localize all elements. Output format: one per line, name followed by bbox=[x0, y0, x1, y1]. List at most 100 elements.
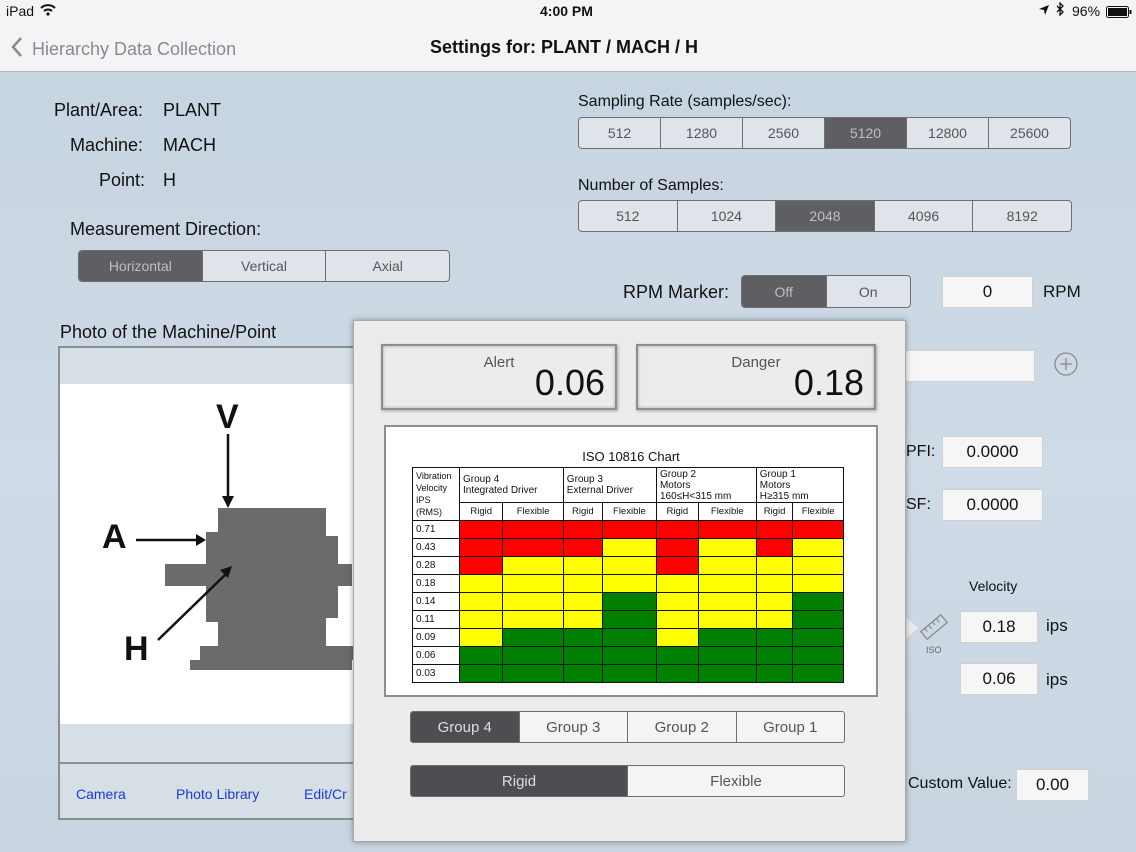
direction-vertical[interactable]: Vertical bbox=[201, 251, 326, 281]
sampling-option[interactable]: 25600 bbox=[988, 118, 1070, 148]
custom-value-input[interactable]: 0.00 bbox=[1016, 769, 1089, 801]
velocity-alert-input[interactable]: 0.18 bbox=[960, 611, 1038, 643]
sampling-option[interactable]: 2560 bbox=[742, 118, 824, 148]
measurement-direction-label: Measurement Direction: bbox=[70, 219, 262, 239]
chevron-left-icon bbox=[10, 36, 24, 63]
edit-crop-button[interactable]: Edit/Cr bbox=[304, 786, 347, 802]
device-name: iPad bbox=[6, 3, 35, 19]
severity-cell bbox=[458, 574, 504, 593]
severity-cell bbox=[792, 520, 844, 539]
group-header-line: Group 2 bbox=[659, 468, 697, 480]
severity-cell bbox=[655, 520, 699, 539]
sampling-option[interactable]: 5120 bbox=[824, 118, 906, 148]
rpm-marker-on[interactable]: On bbox=[825, 276, 911, 307]
location-icon bbox=[1038, 3, 1050, 19]
pfi-input[interactable]: 0.0000 bbox=[942, 436, 1043, 468]
add-icon[interactable] bbox=[1054, 352, 1078, 381]
severity-cell bbox=[655, 592, 699, 611]
photo-frame: V A H Camera Photo Library Edit/Cr bbox=[58, 346, 362, 820]
velocity-cell: 0.14 bbox=[412, 592, 460, 611]
mount-rigid[interactable]: Rigid bbox=[411, 766, 627, 796]
severity-cell bbox=[755, 538, 794, 557]
sampling-option[interactable]: 12800 bbox=[906, 118, 988, 148]
group-header-cell: Group 4 Integrated Driver bbox=[459, 467, 564, 503]
severity-cell bbox=[502, 574, 564, 593]
mount-flexible[interactable]: Flexible bbox=[627, 766, 844, 796]
sf-input[interactable]: 0.0000 bbox=[942, 489, 1043, 521]
severity-cell bbox=[458, 538, 504, 557]
page-title: Settings for: PLANT / MACH / H bbox=[430, 37, 698, 57]
group-header-cell: Group 1 Motors H≥315 mm bbox=[755, 467, 845, 503]
label-a: A bbox=[102, 518, 127, 556]
alert-box: Alert 0.06 bbox=[381, 344, 617, 410]
rpm-marker-off[interactable]: Off bbox=[742, 276, 826, 307]
rpm-input[interactable]: 0 bbox=[942, 276, 1033, 308]
camera-button[interactable]: Camera bbox=[76, 786, 126, 802]
group-header-line: Motors bbox=[759, 479, 791, 491]
velocity-cell: 0.09 bbox=[412, 628, 460, 647]
direction-horizontal[interactable]: Horizontal bbox=[79, 251, 202, 281]
severity-cell bbox=[655, 664, 699, 683]
severity-cell bbox=[655, 610, 699, 629]
text-field[interactable] bbox=[900, 350, 1035, 382]
severity-cell bbox=[502, 538, 564, 557]
severity-cell bbox=[697, 520, 757, 539]
velocity-danger-input[interactable]: 0.06 bbox=[960, 663, 1038, 695]
rpm-marker-label: RPM Marker: bbox=[623, 282, 730, 302]
group-option[interactable]: Group 1 bbox=[735, 712, 845, 742]
direction-axial[interactable]: Axial bbox=[325, 251, 449, 281]
severity-cell bbox=[792, 574, 844, 593]
severity-cell bbox=[792, 592, 844, 611]
severity-cell bbox=[458, 610, 504, 629]
iso-chart-popover: Alert 0.06 Danger 0.18 ISO 10816 Chart V… bbox=[353, 320, 906, 842]
mount-header-cell: Flexible bbox=[502, 502, 564, 521]
severity-cell bbox=[502, 628, 564, 647]
samples-option[interactable]: 4096 bbox=[873, 201, 973, 231]
mount-header-cell: Flexible bbox=[601, 502, 657, 521]
table-row: 0.71 bbox=[412, 520, 844, 539]
mount-segmented-control: Rigid Flexible bbox=[410, 765, 845, 797]
severity-cell bbox=[562, 592, 603, 611]
mount-header-cell: Flexible bbox=[697, 502, 757, 521]
velocity-cell: 0.28 bbox=[412, 556, 460, 575]
severity-cell bbox=[562, 556, 603, 575]
severity-cell bbox=[697, 610, 757, 629]
severity-cell bbox=[502, 592, 564, 611]
label-v: V bbox=[216, 398, 239, 436]
point-value: H bbox=[163, 170, 176, 190]
photo-library-button[interactable]: Photo Library bbox=[176, 786, 259, 802]
group-option[interactable]: Group 4 bbox=[411, 712, 519, 742]
severity-cell bbox=[562, 520, 603, 539]
clock: 4:00 PM bbox=[540, 3, 593, 19]
table-row: 0.18 bbox=[412, 574, 844, 593]
sampling-option[interactable]: 512 bbox=[579, 118, 660, 148]
severity-cell bbox=[755, 628, 794, 647]
sampling-rate-segmented-control: 512 1280 2560 5120 12800 25600 bbox=[578, 117, 1071, 149]
table-row: 0.09 bbox=[412, 628, 844, 647]
group-option[interactable]: Group 3 bbox=[518, 712, 628, 742]
battery-percent: 96% bbox=[1072, 3, 1101, 19]
samples-option[interactable]: 1024 bbox=[676, 201, 776, 231]
severity-cell bbox=[792, 556, 844, 575]
table-row: 0.03 bbox=[412, 664, 844, 683]
velocity-cell: 0.71 bbox=[412, 520, 460, 539]
samples-option[interactable]: 8192 bbox=[972, 201, 1071, 231]
group-option[interactable]: Group 2 bbox=[627, 712, 736, 742]
number-of-samples-label: Number of Samples: bbox=[578, 177, 724, 194]
severity-cell bbox=[458, 592, 504, 611]
iso-table: Vibration Velocity IPS (RMS) Group 4 Integrat… bbox=[412, 467, 845, 683]
sampling-option[interactable]: 1280 bbox=[660, 118, 742, 148]
pfi-label: PFI: bbox=[906, 443, 936, 460]
sf-label: SF: bbox=[906, 496, 931, 513]
back-button[interactable]: Hierarchy Data Collection bbox=[10, 36, 236, 63]
machine-photo[interactable]: V A H bbox=[60, 384, 360, 724]
severity-cell bbox=[755, 610, 794, 629]
samples-option[interactable]: 512 bbox=[579, 201, 677, 231]
samples-option[interactable]: 2048 bbox=[775, 201, 874, 231]
severity-cell bbox=[601, 664, 657, 683]
severity-cell bbox=[458, 556, 504, 575]
severity-cell bbox=[697, 592, 757, 611]
severity-cell bbox=[792, 628, 844, 647]
iso-ruler-icon[interactable] bbox=[918, 612, 950, 647]
severity-cell bbox=[458, 646, 504, 665]
